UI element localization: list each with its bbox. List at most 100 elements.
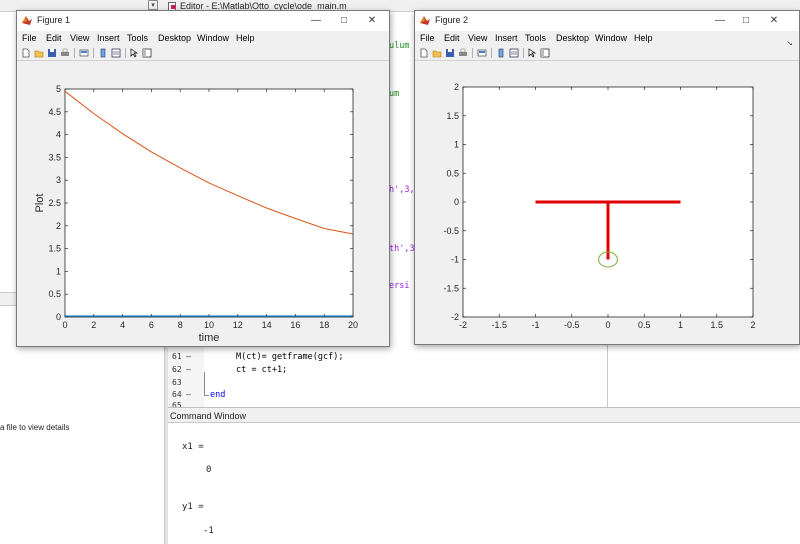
y-tick-label: -1.5 xyxy=(443,283,459,293)
figure2-chart[interactable]: -2 -1.5 -1 -0.5 0 0.5 1 1.5 2 -2 -1.5 -1 -0.5 0 0.5 1 1.… xyxy=(415,62,799,344)
x-tick-label: 0.5 xyxy=(638,320,651,330)
code-line[interactable]: ct = ct+1; xyxy=(236,365,287,375)
line-number: 64 xyxy=(172,390,182,399)
toolbar-separator xyxy=(125,48,126,58)
code-fragment: h',3, xyxy=(389,185,415,195)
x-tick-label: -2 xyxy=(459,320,467,330)
figure2-titlebar[interactable]: Figure 2 — □ ✕ xyxy=(415,11,799,31)
save-icon[interactable] xyxy=(47,48,57,58)
x-tick-label: 1 xyxy=(678,320,683,330)
maximize-button[interactable]: □ xyxy=(733,13,759,29)
menu-edit[interactable]: Edit xyxy=(444,33,460,43)
y-tick-label: 1 xyxy=(56,266,61,276)
link-plot-icon[interactable] xyxy=(79,48,89,58)
close-button[interactable]: ✕ xyxy=(761,13,787,29)
print-icon[interactable] xyxy=(458,48,468,58)
edit-plot-arrow-icon[interactable] xyxy=(129,48,139,58)
x-tick-label: 1.5 xyxy=(710,320,723,330)
colorbar-icon[interactable] xyxy=(496,48,506,58)
command-output-line: x1 = xyxy=(182,442,204,452)
edit-plot-arrow-icon[interactable] xyxy=(527,48,537,58)
code-fragment: ulum xyxy=(389,41,410,51)
minimize-button[interactable]: — xyxy=(707,13,733,29)
chevron-down-icon[interactable]: ▾ xyxy=(148,0,158,10)
command-window[interactable] xyxy=(168,423,800,544)
x-tick-label: -0.5 xyxy=(564,320,580,330)
command-output-line: 0 xyxy=(206,465,212,475)
command-window-header[interactable]: Command Window xyxy=(168,407,800,423)
colorbar-icon[interactable] xyxy=(98,48,108,58)
y-tick-label: 0.5 xyxy=(446,168,459,178)
save-icon[interactable] xyxy=(445,48,455,58)
code-fragment: th',3 xyxy=(389,244,415,254)
x-tick-label: -1.5 xyxy=(491,320,507,330)
y-tick-label: 2.5 xyxy=(48,198,61,208)
x-tick-label: 0 xyxy=(62,320,67,330)
y-tick-label: 3.5 xyxy=(48,152,61,162)
line-marker[interactable]: — xyxy=(186,352,191,361)
menu-tools[interactable]: Tools xyxy=(127,33,148,43)
minimize-button[interactable]: — xyxy=(303,13,329,29)
property-inspector-icon[interactable] xyxy=(142,48,152,58)
open-file-icon[interactable] xyxy=(34,48,44,58)
y-tick-label: -2 xyxy=(451,312,459,322)
figure1-window[interactable]: Figure 1 — □ ✕ File Edit View Insert Too… xyxy=(16,10,390,347)
y-tick-label: 1.5 xyxy=(446,111,459,121)
toolbar-separator xyxy=(491,48,492,58)
line-marker[interactable]: — xyxy=(186,365,191,374)
close-button[interactable]: ✕ xyxy=(359,13,385,29)
x-tick-label: 18 xyxy=(319,320,329,330)
menu-window[interactable]: Window xyxy=(595,33,627,43)
x-tick-label: 12 xyxy=(233,320,243,330)
x-tick-label: 14 xyxy=(262,320,272,330)
x-axis-label: time xyxy=(199,332,220,344)
new-figure-icon[interactable] xyxy=(419,48,429,58)
menu-file[interactable]: File xyxy=(22,33,37,43)
menu-file[interactable]: File xyxy=(420,33,435,43)
print-icon[interactable] xyxy=(60,48,70,58)
menu-window[interactable]: Window xyxy=(197,33,229,43)
menu-insert[interactable]: Insert xyxy=(495,33,518,43)
figure1-title: Figure 1 xyxy=(37,15,71,25)
new-figure-icon[interactable] xyxy=(21,48,31,58)
figure2-canvas[interactable]: -2 -1.5 -1 -0.5 0 0.5 1 1.5 2 -2 -1.5 -1 -0.5 0 0.5 1 1.… xyxy=(415,62,799,344)
x-tick-label: 8 xyxy=(178,320,183,330)
menu-view[interactable]: View xyxy=(468,33,487,43)
line-marker[interactable]: — xyxy=(186,390,191,399)
menu-help[interactable]: Help xyxy=(634,33,653,43)
menu-help[interactable]: Help xyxy=(236,33,255,43)
details-hint: a file to view details xyxy=(0,423,70,432)
toolbar-separator xyxy=(472,48,473,58)
code-line[interactable]: M(ct)= getframe(gcf); xyxy=(236,352,343,362)
maximize-button[interactable]: □ xyxy=(331,13,357,29)
menu-edit[interactable]: Edit xyxy=(46,33,62,43)
legend-icon[interactable] xyxy=(509,48,519,58)
figure1-chart[interactable]: 0 2 4 6 8 10 12 14 16 18 20 0 0.5 1 1.5 2 2.5 3 3.5 4 4.5 5 ti… xyxy=(17,62,389,346)
code-line[interactable]: end xyxy=(210,390,225,400)
code-fragment: ersi xyxy=(389,281,410,291)
toolbar-separator xyxy=(523,48,524,58)
menu-insert[interactable]: Insert xyxy=(97,33,120,43)
y-axis-label: Plot xyxy=(34,194,46,213)
menu-view[interactable]: View xyxy=(70,33,89,43)
figure2-window[interactable]: Figure 2 — □ ✕ File Edit View Insert Too… xyxy=(414,10,800,345)
property-inspector-icon[interactable] xyxy=(540,48,550,58)
menu-desktop[interactable]: Desktop xyxy=(158,33,191,43)
legend-icon[interactable] xyxy=(111,48,121,58)
link-plot-icon[interactable] xyxy=(477,48,487,58)
x-tick-label: 0 xyxy=(605,320,610,330)
line-number: 63 xyxy=(172,378,182,387)
toolbar-separator xyxy=(74,48,75,58)
menu-tools[interactable]: Tools xyxy=(525,33,546,43)
figure1-canvas[interactable]: 0 2 4 6 8 10 12 14 16 18 20 0 0.5 1 1.5 2 2.5 3 3.5 4 4.5 5 ti… xyxy=(17,62,389,346)
x-tick-label: 2 xyxy=(91,320,96,330)
y-tick-label: 1 xyxy=(454,140,459,150)
open-file-icon[interactable] xyxy=(432,48,442,58)
y-tick-label: 3 xyxy=(56,175,61,185)
figure1-titlebar[interactable]: Figure 1 — □ ✕ xyxy=(17,11,389,31)
line-number: 61 xyxy=(172,352,182,361)
toolbar-separator xyxy=(93,48,94,58)
menu-desktop[interactable]: Desktop xyxy=(556,33,589,43)
x-tick-label: 2 xyxy=(750,320,755,330)
command-window-title: Command Window xyxy=(170,411,247,421)
